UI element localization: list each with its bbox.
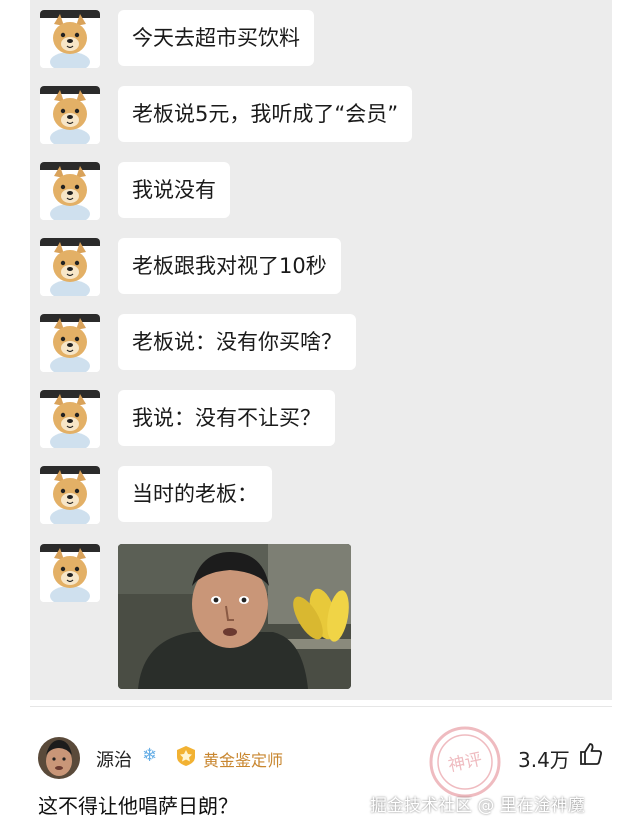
stamp-badge: 神评 (425, 722, 505, 802)
dog-avatar-icon[interactable] (40, 544, 100, 602)
dog-avatar-icon[interactable] (40, 238, 100, 296)
dog-avatar-icon[interactable] (40, 10, 100, 68)
message-bubble: 今天去超市买饮料 (118, 10, 314, 66)
dog-avatar-icon[interactable] (40, 162, 100, 220)
gold-medal-icon (175, 745, 197, 767)
message-row: 我说没有 (30, 162, 612, 222)
message-row: 我说：没有不让买？ (30, 390, 612, 450)
message-row: 老板跟我对视了10秒 (30, 238, 612, 298)
thumbs-up-icon[interactable] (578, 741, 604, 767)
message-row: 老板说：没有你买啥？ (30, 314, 612, 374)
dog-avatar-icon[interactable] (40, 314, 100, 372)
message-bubble: 老板说5元，我听成了“会员” (118, 86, 413, 142)
photo-message[interactable] (118, 544, 351, 689)
message-bubble: 当时的老板： (118, 466, 272, 522)
message-row-image (30, 544, 612, 694)
message-row: 当时的老板： (30, 466, 612, 526)
message-bubble: 我说：没有不让买？ (118, 390, 335, 446)
message-bubble: 我说没有 (118, 162, 230, 218)
chat-panel: 今天去超市买饮料 老板说5元，我听成了“会员” 我说没有 老板跟我对视了10秒 … (30, 0, 612, 700)
dog-avatar-icon[interactable] (40, 86, 100, 144)
divider (30, 706, 612, 707)
snowflake-icon: ❄ (142, 745, 158, 766)
message-row: 今天去超市买饮料 (30, 10, 612, 70)
dog-avatar-icon[interactable] (40, 390, 100, 448)
commenter-avatar[interactable] (38, 737, 80, 779)
username[interactable]: 源治 (96, 746, 132, 772)
like-count: 3.4万 (518, 748, 570, 772)
badge-label: 黄金鉴定师 (203, 751, 284, 770)
message-bubble: 老板说：没有你买啥？ (118, 314, 356, 370)
dog-avatar-icon[interactable] (40, 466, 100, 524)
message-bubble: 老板跟我对视了10秒 (118, 238, 341, 294)
watermark: 掘金技术社区 @ 里在淦神魔 (370, 796, 585, 816)
stamp-text: 神评 (447, 750, 484, 777)
comment-text: 这不得让他唱萨日朗？ (38, 794, 238, 818)
message-row: 老板说5元，我听成了“会员” (30, 86, 612, 146)
